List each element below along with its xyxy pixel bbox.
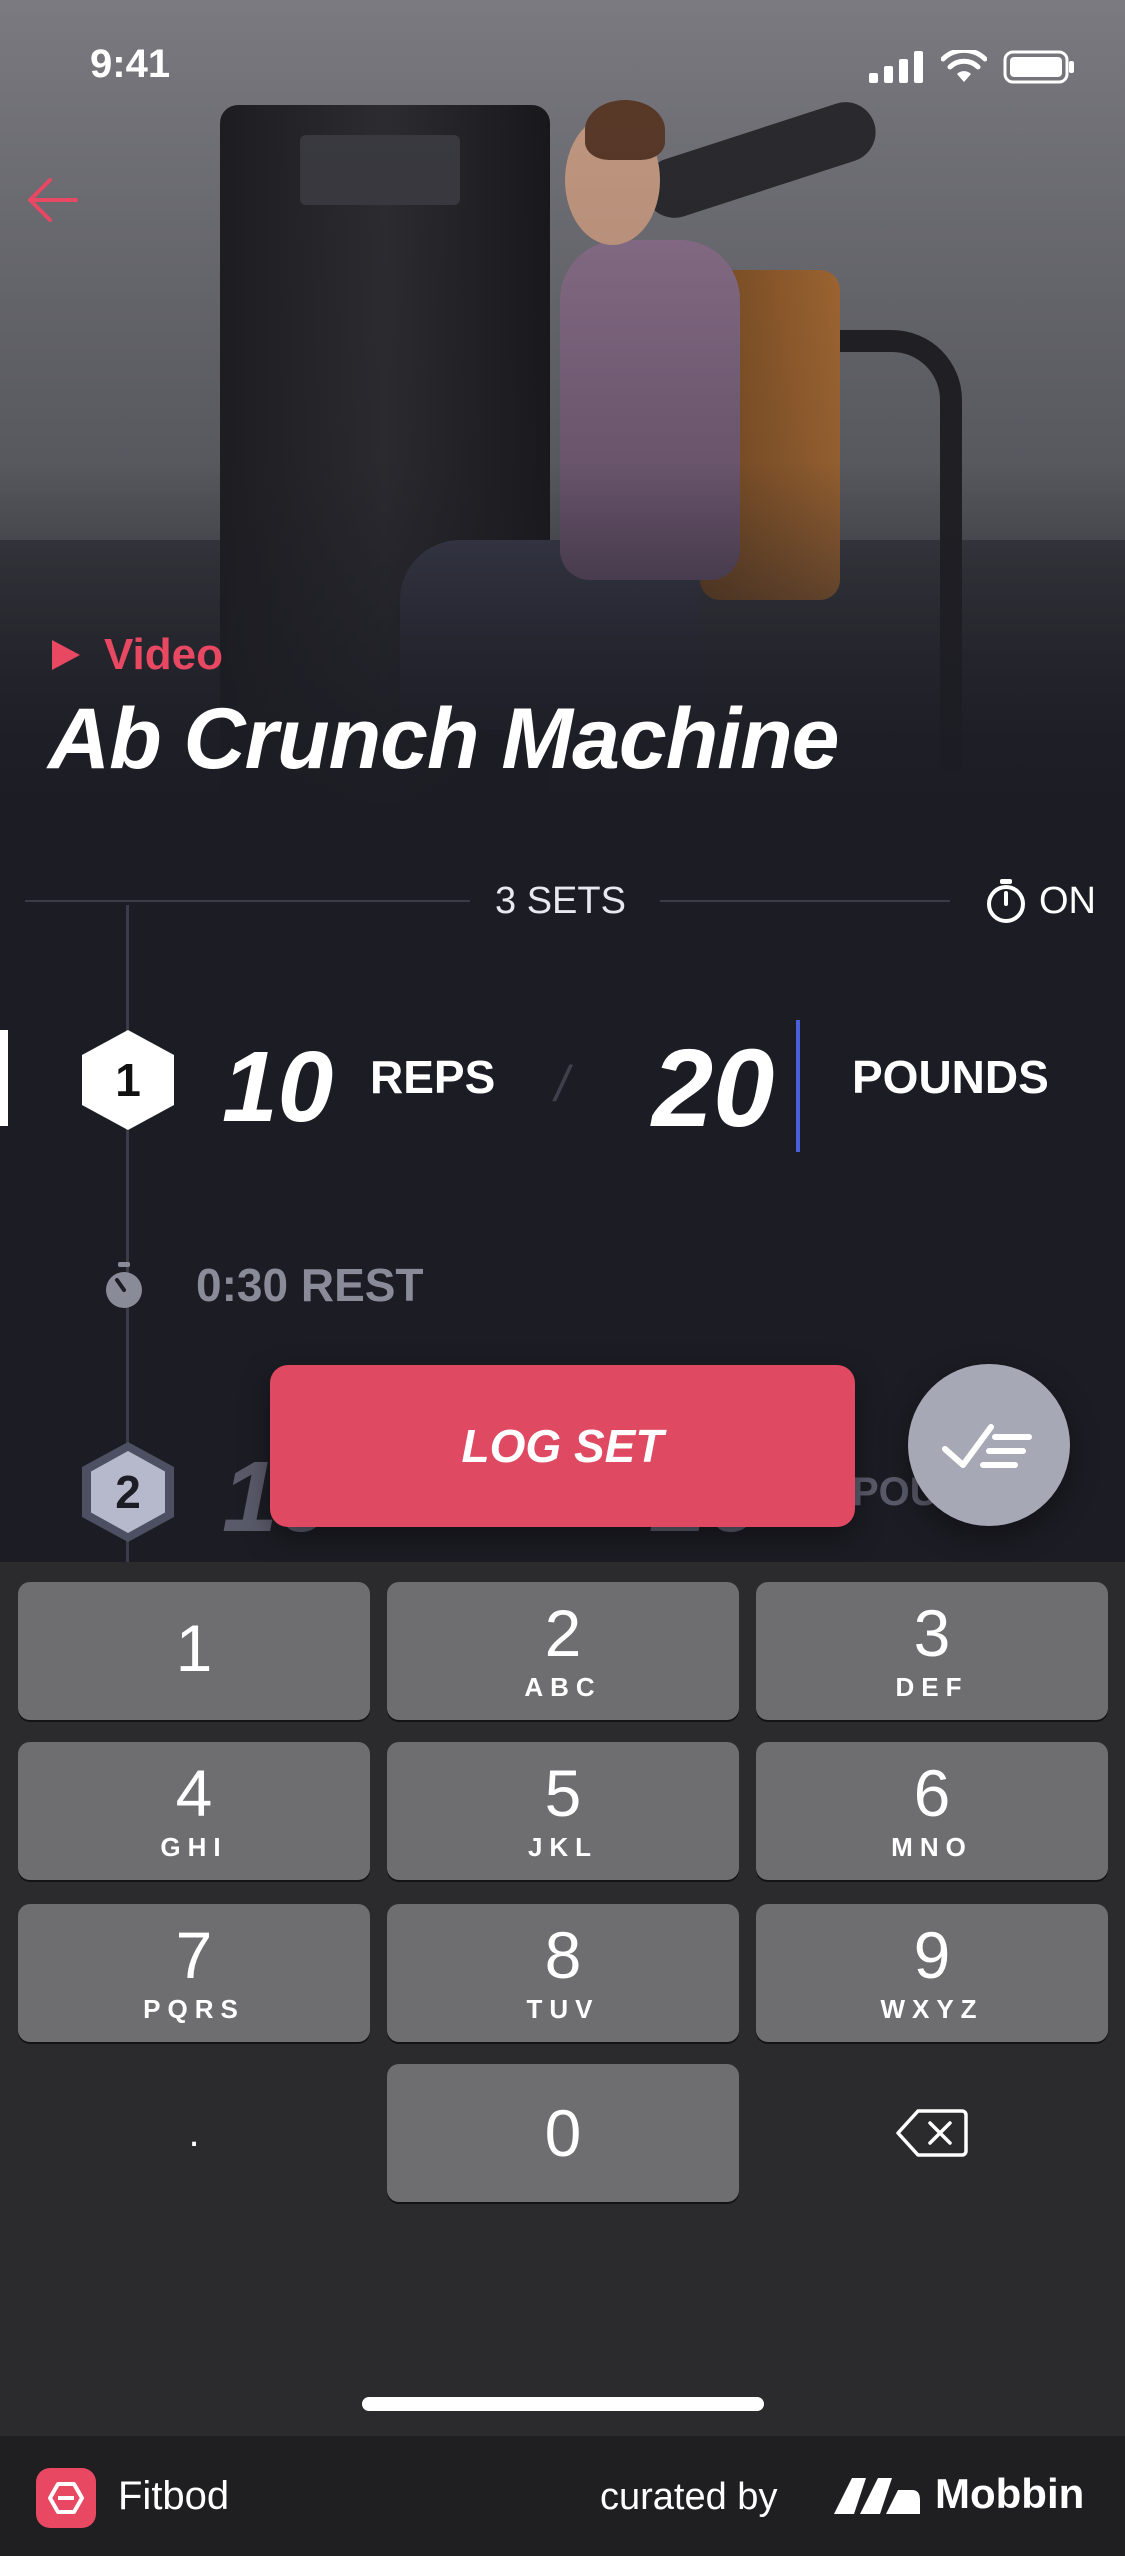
- key-number: 6: [913, 1755, 951, 1830]
- play-icon: [52, 640, 80, 670]
- video-label: Video: [104, 630, 224, 679]
- set-divider: /: [555, 1056, 569, 1112]
- key-2[interactable]: 2 ABC: [387, 1582, 739, 1720]
- battery-icon: [1003, 50, 1074, 84]
- key-8[interactable]: 8 TUV: [387, 1904, 739, 2042]
- divider: [660, 900, 950, 902]
- numeric-keypad: 1 2 ABC 3 DEF 4 GHI 5 JKL 6 MNO 7 PQRS 8 TUV 9W…: [0, 1562, 1125, 2436]
- key-number: 8: [544, 1917, 582, 1992]
- set-1-weight-unit: POUNDS: [852, 1051, 1049, 1103]
- key-letters: MNO: [891, 1831, 973, 1862]
- key-number: 1: [175, 1611, 213, 1685]
- set-2-number: 2: [91, 1451, 165, 1533]
- key-letters: WXYZ: [880, 1993, 984, 2024]
- decimal-symbol: .: [188, 2111, 200, 2155]
- key-letters: GHI: [160, 1831, 228, 1862]
- set-1-weight-input[interactable]: 20: [652, 1025, 774, 1152]
- key-5[interactable]: 5 JKL: [387, 1742, 739, 1880]
- log-set-button[interactable]: LOG SET: [270, 1365, 855, 1527]
- exercise-title: Ab Crunch Machine: [48, 691, 840, 787]
- backspace-icon: [896, 2109, 968, 2157]
- key-letters: ABC: [524, 1671, 602, 1702]
- key-0[interactable]: 0: [387, 2064, 739, 2202]
- video-link[interactable]: Video: [50, 630, 223, 680]
- key-7[interactable]: 7 PQRS: [18, 1904, 370, 2042]
- key-letters: TUV: [526, 1993, 600, 2024]
- key-3[interactable]: 3 DEF: [756, 1582, 1108, 1720]
- status-icons: [869, 50, 1075, 84]
- wifi-icon: [941, 50, 987, 82]
- back-arrow-icon: [28, 178, 78, 222]
- signal-icon: [869, 51, 923, 83]
- set-1-reps-input[interactable]: 10: [222, 1030, 333, 1145]
- key-6[interactable]: 6 MNO: [756, 1742, 1108, 1880]
- timer-label: ON: [1039, 879, 1096, 922]
- set-2-badge: 2: [82, 1442, 174, 1542]
- key-number: 5: [544, 1755, 582, 1830]
- key-1[interactable]: 1: [18, 1582, 370, 1720]
- app-name: Fitbod: [118, 2474, 230, 2518]
- key-delete[interactable]: [756, 2064, 1108, 2202]
- rest-duration: 0:30 REST: [196, 1259, 424, 1311]
- key-number: 9: [913, 1917, 951, 1992]
- divider: [25, 900, 470, 902]
- finish-workout-button[interactable]: [908, 1364, 1070, 1526]
- rest-timer-icon: [102, 1262, 146, 1315]
- fitbod-logo-icon: [36, 2468, 96, 2528]
- key-letters: PQRS: [143, 1993, 245, 2024]
- key-9[interactable]: 9 WXYZ: [756, 1904, 1108, 2042]
- mobbin-logo-icon: [832, 2470, 922, 2525]
- checklist-icon: [942, 1424, 1032, 1468]
- key-decimal[interactable]: .: [18, 2064, 370, 2202]
- sets-count: 3 SETS: [495, 880, 626, 922]
- rest-timer-toggle[interactable]: ON: [985, 878, 1096, 924]
- key-4[interactable]: 4 GHI: [18, 1742, 370, 1880]
- key-letters: JKL: [527, 1831, 599, 1862]
- stopwatch-icon: [987, 879, 1025, 923]
- key-number: 3: [913, 1595, 951, 1670]
- brand-name: Mobbin: [935, 2470, 1085, 2517]
- set-1-badge: 1: [82, 1030, 174, 1130]
- back-button[interactable]: [22, 170, 82, 230]
- key-number: 0: [544, 2096, 582, 2170]
- key-number: 4: [175, 1755, 213, 1830]
- home-indicator[interactable]: [362, 2397, 764, 2411]
- key-letters: DEF: [895, 1671, 969, 1702]
- set-1-reps-unit: REPS: [370, 1051, 496, 1103]
- key-number: 7: [175, 1917, 213, 1992]
- text-cursor: [796, 1020, 800, 1152]
- active-set-marker: [0, 1030, 8, 1126]
- status-time: 9:41: [90, 42, 171, 86]
- curated-by-label: curated by: [600, 2476, 778, 2518]
- key-number: 2: [544, 1595, 582, 1670]
